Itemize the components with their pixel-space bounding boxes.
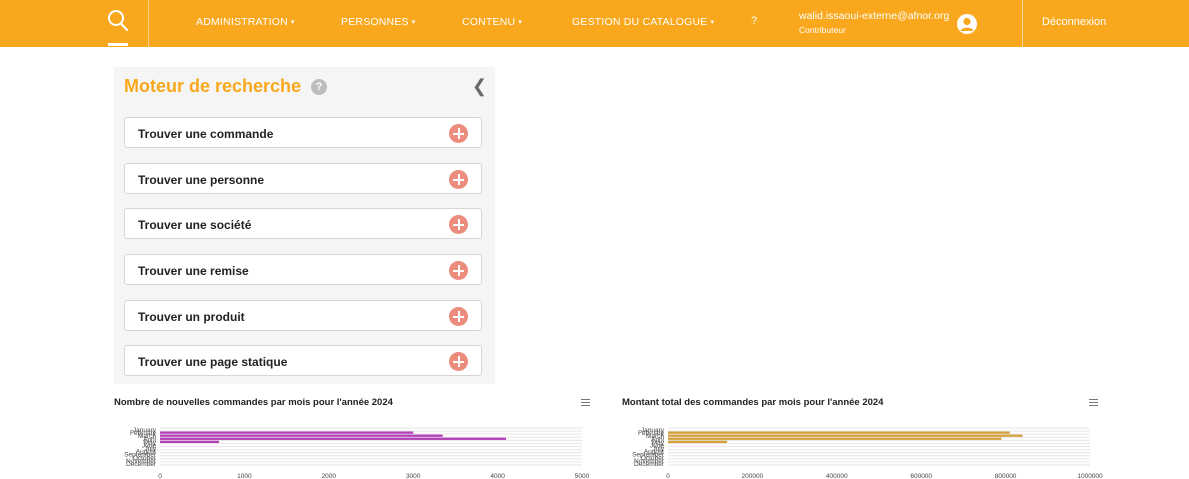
bar[interactable] <box>160 440 220 444</box>
navbar-divider <box>1022 0 1023 47</box>
bar[interactable] <box>160 437 507 440</box>
help-link[interactable]: ? <box>751 15 757 27</box>
bar[interactable] <box>160 434 443 437</box>
search-engine-panel: Moteur de recherche ? ❮ Trouver une comm… <box>114 67 495 384</box>
chevron-down-icon: ▾ <box>290 19 295 26</box>
nav-administration[interactable]: ADMINISTRATION ▾ <box>196 16 295 28</box>
active-indicator <box>108 43 128 46</box>
x-tick-label: 0 <box>158 473 162 479</box>
nav-contenu[interactable]: CONTENU ▾ <box>462 16 522 28</box>
search-item-label: Trouver une personne <box>138 173 265 187</box>
bar[interactable] <box>160 431 414 434</box>
plus-icon[interactable] <box>449 215 468 234</box>
search-item-produit[interactable]: Trouver un produit <box>124 300 482 331</box>
search-item-page-statique[interactable]: Trouver une page statique <box>124 345 482 376</box>
x-tick-label: 3000 <box>406 473 421 479</box>
user-role: Contributeur <box>799 25 846 35</box>
search-item-label: Trouver une commande <box>138 127 274 141</box>
orders-count-chart: JanuaryFebruaryMarchAprilMayJuneJulyAugu… <box>124 427 590 479</box>
chevron-down-icon: ▾ <box>411 19 416 26</box>
chart-title-orders-amount: Montant total des commandes par mois pou… <box>622 397 884 408</box>
chart-title-orders-count: Nombre de nouvelles commandes par mois p… <box>114 397 393 408</box>
x-tick-label: 1000 <box>237 473 252 479</box>
search-toggle-button[interactable] <box>88 0 149 47</box>
chevron-down-icon: ▾ <box>518 19 523 26</box>
x-tick-label: 4000 <box>490 473 505 479</box>
plus-icon[interactable] <box>449 170 468 189</box>
help-icon[interactable]: ? <box>311 79 327 95</box>
search-item-label: Trouver une société <box>138 218 252 232</box>
search-icon <box>108 10 129 32</box>
nav-gestion-catalogue[interactable]: GESTION DU CATALOGUE ▾ <box>572 16 714 28</box>
chevron-down-icon: ▾ <box>710 19 715 26</box>
plus-icon[interactable] <box>449 124 468 143</box>
chart-menu-icon[interactable] <box>1089 399 1098 406</box>
logout-button[interactable]: Déconnexion <box>1042 16 1106 28</box>
bar[interactable] <box>668 434 1023 437</box>
x-tick-label: 800000 <box>995 473 1017 479</box>
top-navbar: ADMINISTRATION ▾ PERSONNES ▾ CONTENU ▾ GEST… <box>0 0 1189 47</box>
search-item-label: Trouver une remise <box>138 264 249 278</box>
search-item-personne[interactable]: Trouver une personne <box>124 163 482 194</box>
plus-icon[interactable] <box>449 261 468 280</box>
bar[interactable] <box>668 437 1002 440</box>
chevron-left-icon[interactable]: ❮ <box>472 76 487 97</box>
category-label: December <box>126 461 157 468</box>
user-email[interactable]: walid.issaoui-externe@afnor.org <box>799 10 949 22</box>
x-tick-label: 1000000 <box>1077 473 1103 479</box>
orders-amount-chart: JanuaryFebruaryMarchAprilMayJuneJulyAugu… <box>632 427 1103 479</box>
nav-personnes[interactable]: PERSONNES ▾ <box>341 16 415 28</box>
search-item-label: Trouver un produit <box>138 310 245 324</box>
x-tick-label: 2000 <box>322 473 337 479</box>
x-tick-label: 5000 <box>575 473 590 479</box>
user-avatar-icon[interactable] <box>957 14 977 34</box>
plus-icon[interactable] <box>449 352 468 371</box>
search-item-label: Trouver une page statique <box>138 355 288 369</box>
search-item-societe[interactable]: Trouver une société <box>124 208 482 239</box>
bar[interactable] <box>668 431 1010 434</box>
search-item-commande[interactable]: Trouver une commande <box>124 117 482 148</box>
panel-title: Moteur de recherche <box>124 76 302 96</box>
x-tick-label: 200000 <box>742 473 764 479</box>
category-label: December <box>634 461 665 468</box>
bar[interactable] <box>668 440 728 444</box>
plus-icon[interactable] <box>449 307 468 326</box>
x-tick-label: 600000 <box>910 473 932 479</box>
search-item-remise[interactable]: Trouver une remise <box>124 254 482 285</box>
x-tick-label: 400000 <box>826 473 848 479</box>
x-tick-label: 0 <box>666 473 670 479</box>
chart-menu-icon[interactable] <box>581 399 590 406</box>
